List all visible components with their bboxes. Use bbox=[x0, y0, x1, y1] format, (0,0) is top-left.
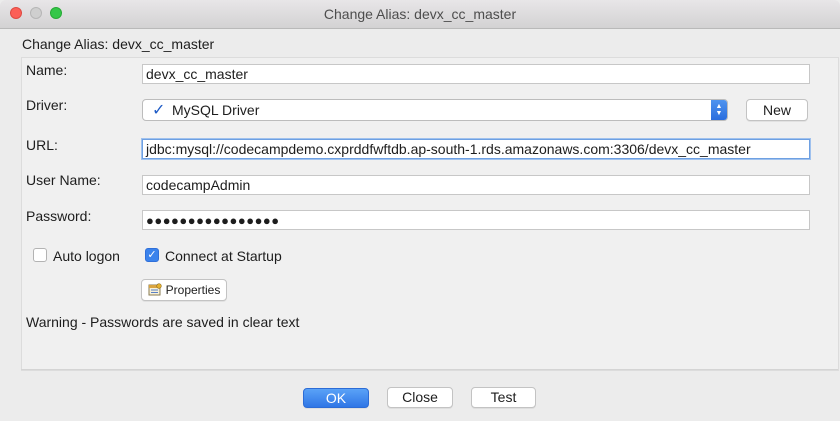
close-button[interactable]: Close bbox=[387, 387, 453, 408]
checkmark-icon: ✓ bbox=[152, 102, 166, 119]
password-label: Password: bbox=[26, 208, 92, 224]
divider bbox=[21, 369, 838, 370]
title-bar[interactable]: Change Alias: devx_cc_master bbox=[0, 0, 840, 29]
password-warning: Warning - Passwords are saved in clear t… bbox=[26, 314, 300, 330]
driver-label: Driver: bbox=[26, 97, 68, 113]
username-label: User Name: bbox=[26, 172, 101, 188]
password-field[interactable]: ●●●●●●●●●●●●●●●● bbox=[142, 210, 810, 230]
driver-value: MySQL Driver bbox=[172, 102, 260, 118]
properties-label: Properties bbox=[165, 283, 221, 298]
name-label: Name: bbox=[26, 62, 68, 78]
new-driver-button[interactable]: New bbox=[746, 99, 808, 121]
connect-startup-label: Connect at Startup bbox=[165, 248, 282, 264]
driver-select[interactable]: ✓ MySQL Driver ▲ ▼ bbox=[142, 99, 728, 121]
chevron-updown-icon[interactable]: ▲ ▼ bbox=[711, 100, 727, 120]
properties-icon bbox=[148, 283, 162, 299]
auto-logon-label: Auto logon bbox=[53, 248, 120, 264]
name-field[interactable]: devx_cc_master bbox=[142, 64, 810, 84]
change-alias-dialog: Change Alias: devx_cc_master Change Alia… bbox=[0, 0, 840, 421]
url-field[interactable]: jdbc:mysql://codecampdemo.cxprddfwftdb.a… bbox=[142, 139, 810, 159]
auto-logon-checkbox[interactable] bbox=[33, 248, 47, 262]
username-field[interactable]: codecampAdmin bbox=[142, 175, 810, 195]
test-button[interactable]: Test bbox=[471, 387, 536, 408]
ok-button[interactable]: OK bbox=[303, 388, 369, 408]
dialog-header: Change Alias: devx_cc_master bbox=[22, 36, 215, 52]
url-label: URL: bbox=[26, 137, 58, 153]
window-title: Change Alias: devx_cc_master bbox=[323, 6, 517, 22]
connect-startup-checkbox[interactable]: ✓ bbox=[145, 248, 159, 262]
properties-button[interactable]: Properties bbox=[141, 279, 227, 301]
